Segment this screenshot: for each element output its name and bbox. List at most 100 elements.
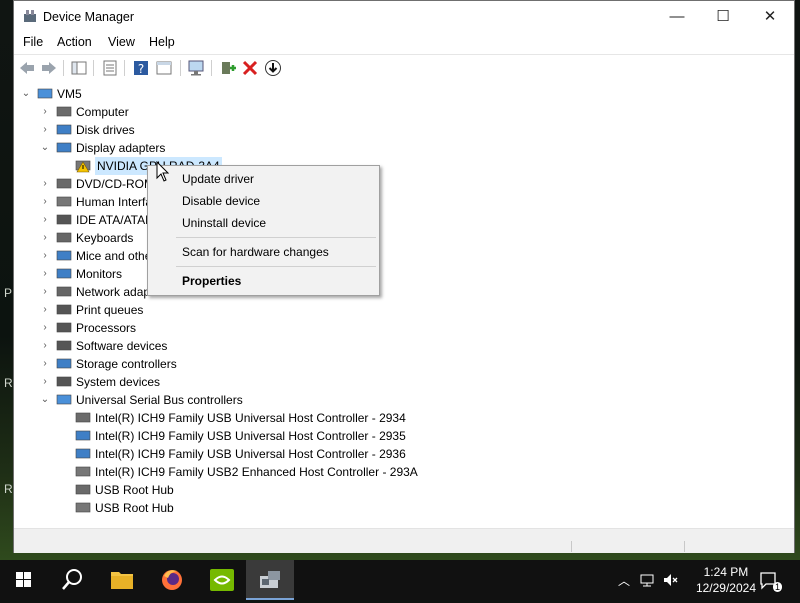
desktop-icon-label[interactable]: P <box>4 286 12 300</box>
update-driver-icon[interactable] <box>264 59 282 77</box>
close-button[interactable]: ✕ <box>747 1 793 32</box>
collapse-chevron-icon[interactable]: ⌄ <box>40 391 50 409</box>
status-divider <box>571 541 572 552</box>
taskbar-firefox[interactable] <box>148 560 196 600</box>
desktop-icon-label[interactable]: R <box>4 376 13 390</box>
tree-item-universal-serial-bus-controllers[interactable]: ⌄ Universal Serial Bus controllers <box>14 391 794 409</box>
help-icon[interactable]: ? <box>132 59 150 77</box>
tree-item-monitors[interactable]: › Monitors <box>14 265 794 283</box>
menu-file[interactable]: File <box>23 35 43 49</box>
minimize-button[interactable]: — <box>654 1 700 32</box>
menu-bar: File Action View Help <box>14 32 794 53</box>
expand-chevron-icon[interactable]: › <box>40 265 50 283</box>
svg-text:?: ? <box>138 62 144 76</box>
expand-chevron-icon[interactable]: › <box>40 103 50 121</box>
context-separator <box>176 266 376 267</box>
tree-item-root[interactable]: ⌄ VM5 <box>14 85 794 103</box>
back-icon[interactable] <box>18 59 36 77</box>
tree-item-label: Intel(R) ICH9 Family USB Universal Host … <box>95 411 406 425</box>
tree-item-network-adapters[interactable]: › Network adapters <box>14 283 794 301</box>
tree-item-intel-r-ich9-family-usb2-enhanced-host-c[interactable]: Intel(R) ICH9 Family USB2 Enhanced Host … <box>14 463 794 481</box>
tree-item-disk-drives[interactable]: › Disk drives <box>14 121 794 139</box>
context-uninstall-device[interactable]: Uninstall device <box>182 216 266 230</box>
device-category-icon <box>56 178 72 189</box>
tree-item-intel-r-ich9-family-usb-universal-host-c[interactable]: Intel(R) ICH9 Family USB Universal Host … <box>14 409 794 427</box>
clock-time: 1:24 PM <box>703 565 749 579</box>
tree-item-label: Software devices <box>76 339 168 353</box>
menu-action[interactable]: Action <box>57 35 92 49</box>
context-disable-device[interactable]: Disable device <box>182 194 260 208</box>
expand-chevron-icon[interactable]: › <box>40 373 50 391</box>
tree-item-software-devices[interactable]: › Software devices <box>14 337 794 355</box>
maximize-button[interactable]: ☐ <box>700 1 746 32</box>
device-tree: ⌄ VM5 › Computer › Disk drives ⌄ Display adapte… <box>14 81 794 527</box>
expand-chevron-icon[interactable]: › <box>40 175 50 193</box>
uninstall-icon[interactable] <box>241 59 259 77</box>
context-update-driver[interactable]: Update driver <box>182 172 254 186</box>
collapse-chevron-icon[interactable]: ⌄ <box>21 85 31 103</box>
expand-chevron-icon[interactable]: › <box>40 319 50 337</box>
expand-chevron-icon[interactable]: › <box>40 283 50 301</box>
device-category-icon <box>56 142 72 153</box>
add-driver-icon[interactable] <box>219 59 237 77</box>
tree-item-label: Intel(R) ICH9 Family USB Universal Host … <box>95 429 406 443</box>
tree-item-intel-r-ich9-family-usb-universal-host-c[interactable]: Intel(R) ICH9 Family USB Universal Host … <box>14 427 794 445</box>
tree-item-print-queues[interactable]: › Print queues <box>14 301 794 319</box>
properties-icon[interactable] <box>101 59 119 77</box>
tree-item-label: Display adapters <box>76 141 166 155</box>
expand-chevron-icon[interactable]: › <box>40 229 50 247</box>
tree-item-dvd-cd-rom-drives[interactable]: › DVD/CD-ROM drives <box>14 175 794 193</box>
tree-item-keyboards[interactable]: › Keyboards <box>14 229 794 247</box>
context-menu: Update driver Disable device Uninstall d… <box>147 165 380 296</box>
title-bar[interactable]: Device Manager — ☐ ✕ <box>14 1 794 32</box>
expand-chevron-icon[interactable]: › <box>40 121 50 139</box>
chevron-up-icon[interactable]: ︿ <box>616 572 632 588</box>
collapse-chevron-icon[interactable]: ⌄ <box>40 139 50 157</box>
context-separator <box>176 237 376 238</box>
status-bar <box>14 540 794 553</box>
tree-item-ide-ata-atapi-controllers[interactable]: › IDE ATA/ATAPI controllers <box>14 211 794 229</box>
tree-item-label: System devices <box>76 375 161 389</box>
system-clock[interactable]: 1:24 PM 12/29/2024 <box>696 564 756 596</box>
context-properties[interactable]: Properties <box>182 274 241 288</box>
taskbar-file-explorer[interactable] <box>98 560 146 600</box>
tree-item-mice-and-other-pointing-devices[interactable]: ›Mice and other pointing devices <box>14 247 794 265</box>
scan-hardware-icon[interactable] <box>187 59 205 77</box>
view-icon[interactable] <box>155 59 173 77</box>
context-scan-hardware[interactable]: Scan for hardware changes <box>182 245 329 259</box>
device-category-icon <box>56 322 72 333</box>
notification-center-button[interactable]: 1 <box>758 570 782 592</box>
menu-view[interactable]: View <box>108 35 135 49</box>
show-hide-console-tree-icon[interactable] <box>70 59 88 77</box>
forward-icon[interactable] <box>40 59 58 77</box>
expand-chevron-icon[interactable]: › <box>40 211 50 229</box>
toolbar-separator <box>211 60 212 76</box>
usb-device-icon <box>75 466 91 477</box>
tree-item-system-devices[interactable]: › System devices <box>14 373 794 391</box>
tree-item-usb-root-hub[interactable]: USB Root Hub <box>14 481 794 499</box>
start-button[interactable] <box>0 560 48 600</box>
expand-chevron-icon[interactable]: › <box>40 301 50 319</box>
expand-chevron-icon[interactable]: › <box>40 193 50 211</box>
tree-item-processors[interactable]: › Processors <box>14 319 794 337</box>
expand-chevron-icon[interactable]: › <box>40 337 50 355</box>
tree-item-intel-r-ich9-family-usb-universal-host-c[interactable]: Intel(R) ICH9 Family USB Universal Host … <box>14 445 794 463</box>
taskbar-nvidia[interactable] <box>198 560 246 600</box>
network-icon[interactable] <box>639 572 655 588</box>
volume-muted-icon[interactable] <box>662 572 678 588</box>
tree-item-label: Intel(R) ICH9 Family USB Universal Host … <box>95 447 406 461</box>
tree-item-display-adapters[interactable]: ⌄ Display adapters <box>14 139 794 157</box>
expand-chevron-icon[interactable]: › <box>40 247 50 265</box>
device-category-icon <box>56 286 72 297</box>
window-title: Device Manager <box>43 10 135 24</box>
taskbar-device-manager[interactable] <box>246 560 294 600</box>
tree-item-nvidia-gpu-rad-3a4[interactable]: NVIDIA GPU RAD-3A4 <box>14 157 794 175</box>
expand-chevron-icon[interactable]: › <box>40 355 50 373</box>
menu-help[interactable]: Help <box>149 35 175 49</box>
tree-item-usb-root-hub[interactable]: USB Root Hub <box>14 499 794 517</box>
tree-item-storage-controllers[interactable]: › Storage controllers <box>14 355 794 373</box>
tree-item-computer[interactable]: › Computer <box>14 103 794 121</box>
usb-device-icon <box>75 412 91 423</box>
search-button[interactable] <box>48 560 96 600</box>
tree-item-human-interface-devices[interactable]: › Human Interface Devices <box>14 193 794 211</box>
